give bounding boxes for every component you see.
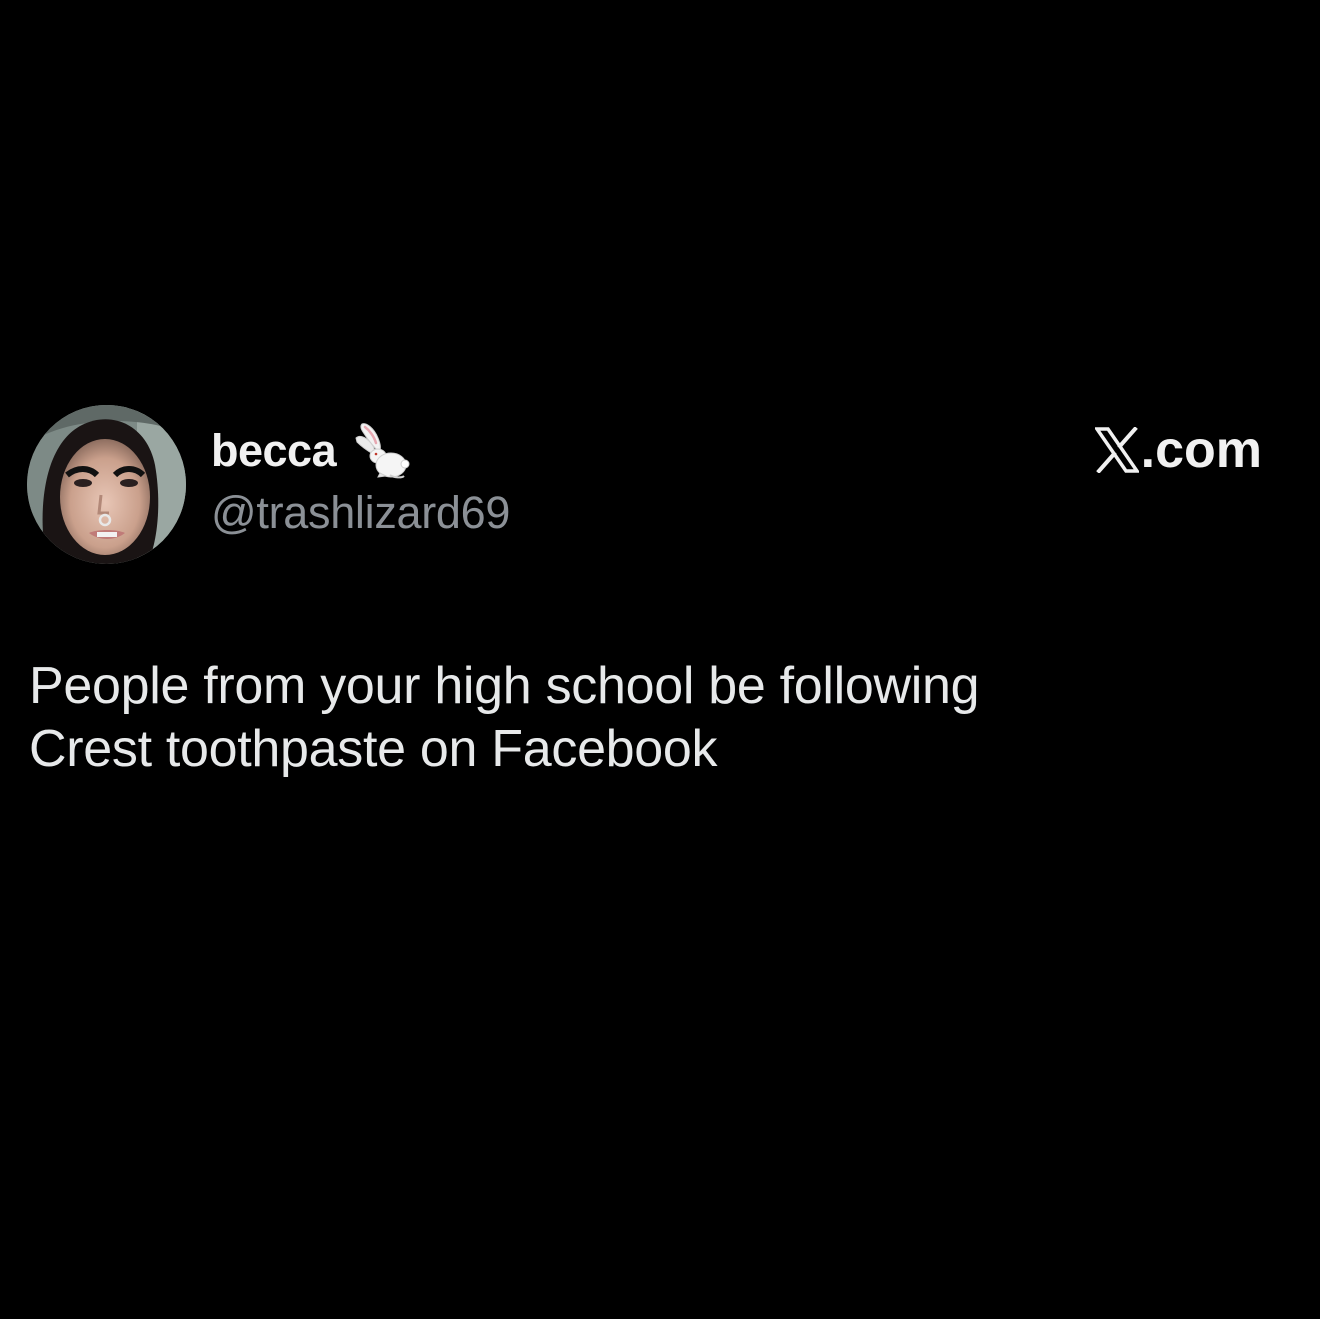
tweet-text-line: People from your high school be followin… (29, 657, 980, 715)
avatar[interactable] (27, 405, 186, 564)
x-logo-icon (1094, 427, 1139, 473)
author-handle[interactable]: @trashlizard69 (211, 490, 510, 535)
site-brand[interactable]: .com (1094, 421, 1262, 479)
tweet-text-line: Crest toothpaste on Facebook (29, 720, 718, 778)
display-name[interactable]: becca (211, 428, 337, 473)
brand-label: .com (1140, 421, 1262, 479)
rabbit-icon (355, 423, 410, 479)
tweet-text: People from your high school be followin… (29, 655, 1289, 781)
tweet-card: becca @trashlizard69 .com People from yo… (0, 0, 1320, 1319)
author-name-row: becca (211, 418, 412, 482)
